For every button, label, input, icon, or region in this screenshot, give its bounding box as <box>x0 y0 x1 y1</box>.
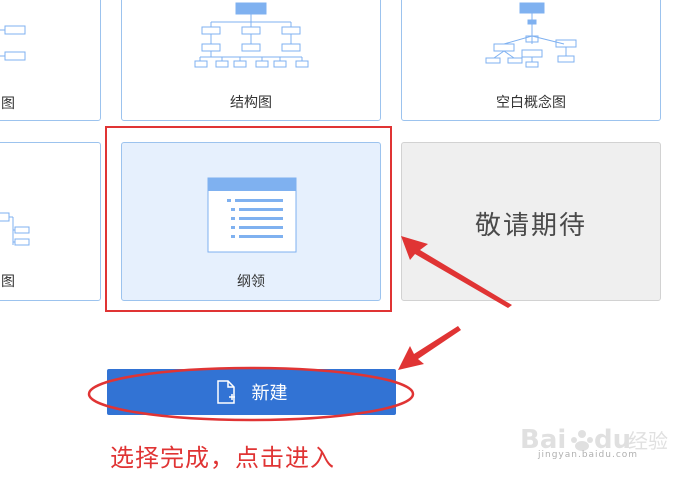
template-card-structure[interactable]: 结构图 <box>121 0 381 121</box>
template-card-partial-bottom[interactable]: 图 <box>0 142 101 301</box>
template-label-partial-bottom: 图 <box>1 274 15 290</box>
org-chart-icon <box>194 2 309 68</box>
template-label-structure: 结构图 <box>230 95 272 111</box>
template-card-outline[interactable]: 纲领 <box>121 142 381 301</box>
template-card-blank-concept[interactable]: 空白概念图 <box>401 0 661 121</box>
new-button-label: 新建 <box>251 383 288 404</box>
template-label-outline: 纲领 <box>237 274 265 290</box>
template-card-coming-soon: 敬请期待 <box>401 142 661 301</box>
outline-list-icon <box>207 177 297 253</box>
coming-soon-text: 敬请期待 <box>474 211 587 241</box>
new-button[interactable]: 新建 <box>107 369 396 415</box>
arrow-to-new-button <box>398 326 461 370</box>
mindmap-thumbnail-icon <box>0 25 26 61</box>
template-label-partial-top: 图 <box>1 96 15 112</box>
concept-map-icon <box>485 2 577 68</box>
new-file-icon <box>216 380 235 404</box>
instruction-text: 选择完成，点击进入 <box>110 444 335 472</box>
watermark-url: jingyan.baidu.com <box>538 450 639 460</box>
baidu-jingyan-watermark-logo: Bai du 经验 <box>520 425 668 455</box>
tree-chart-icon <box>0 212 30 246</box>
template-card-partial-top[interactable]: 图 <box>0 0 101 121</box>
template-label-blank-concept: 空白概念图 <box>496 95 566 111</box>
